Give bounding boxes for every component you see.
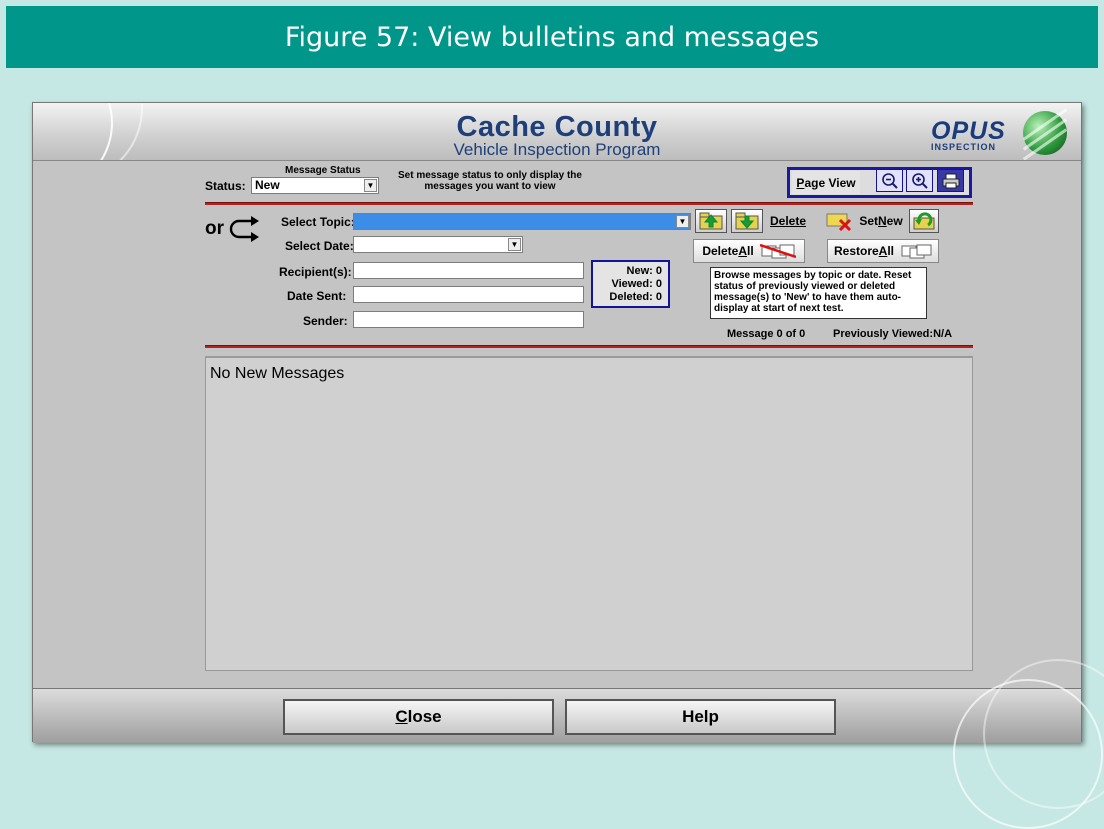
select-topic-label: Select Topic: (281, 215, 355, 229)
close-button[interactable]: Close (283, 699, 554, 735)
restore-all-label-pre: Restore (833, 244, 879, 258)
sender-field (353, 311, 584, 328)
help-button[interactable]: Help (565, 699, 836, 735)
status-hint: Set message status to only display the m… (398, 170, 582, 192)
new-count-label: New: (626, 265, 653, 277)
set-new-icon-button[interactable] (909, 209, 939, 233)
chevron-down-icon[interactable]: ▼ (508, 238, 521, 251)
app-subtitle: Vehicle Inspection Program (453, 140, 661, 159)
delete-label: Delete (769, 214, 807, 228)
recipients-label: Recipient(s): (279, 265, 352, 279)
messages-panel: Message Status Status: New ▼ Set message… (205, 164, 973, 671)
chevron-down-icon[interactable]: ▼ (676, 215, 689, 228)
folder-up-icon (699, 212, 723, 230)
deleted-count-value: 0 (655, 291, 662, 303)
previously-viewed-value: N/A (933, 328, 953, 340)
delete-message-button[interactable] (823, 209, 855, 233)
restore-all-button[interactable]: Restore All (827, 239, 939, 263)
status-select[interactable]: New ▼ (251, 177, 379, 194)
set-new-label-post: ew (886, 214, 903, 228)
app-header: Cache County Vehicle Inspection Program … (33, 103, 1081, 161)
set-new-label-pre: Set (859, 214, 878, 228)
print-icon (942, 173, 959, 188)
message-counts-box: New: 0 Viewed: 0 Deleted: 0 (591, 260, 670, 308)
delete-all-button[interactable]: Delete All (693, 239, 805, 263)
status-label: Status: (205, 179, 246, 193)
zoom-in-icon (911, 172, 928, 189)
delete-all-label-post: ll (747, 244, 754, 258)
message-body-area[interactable]: No New Messages (205, 356, 973, 671)
figure-caption: Figure 57: View bulletins and messages (284, 21, 820, 53)
filters-divider (205, 345, 973, 348)
message-counter: Message 0 of 0 (727, 328, 806, 340)
figure-banner: Figure 57: View bulletins and messages (6, 6, 1098, 68)
zoom-in-button[interactable] (906, 169, 933, 192)
date-sent-label: Date Sent: (287, 289, 347, 303)
set-new-button[interactable]: Set New (856, 211, 906, 231)
status-select-value: New (255, 178, 280, 192)
help-tooltip: Browse messages by topic or date. Reset … (710, 267, 927, 319)
or-label: or (205, 218, 224, 239)
delete-all-label-underlined: A (738, 244, 748, 258)
delete-envelope-icon (826, 213, 852, 231)
page-view-label-post: age View (804, 175, 856, 190)
circular-arrow-icon (229, 216, 259, 242)
select-date-dropdown[interactable]: ▼ (353, 236, 523, 253)
recipients-field (353, 262, 584, 279)
close-label-post: lose (407, 707, 442, 726)
restore-all-label-post: ll (887, 244, 895, 258)
select-date-label: Select Date: (285, 239, 354, 253)
viewed-count-value: 0 (655, 278, 662, 290)
page-view-label-underlined: P (796, 175, 805, 190)
previously-viewed-label: Previously Viewed: (833, 328, 934, 340)
reset-arrow-icon (913, 212, 935, 230)
new-count-value: 0 (655, 265, 662, 277)
previous-topic-button[interactable] (695, 209, 727, 233)
select-topic-dropdown[interactable]: ▼ (353, 213, 691, 230)
globe-logo-icon (1022, 108, 1068, 160)
viewed-count-label: Viewed: (611, 278, 653, 290)
deleted-count-label: Deleted: (609, 291, 653, 303)
delete-button[interactable]: Delete (765, 211, 811, 231)
delete-all-label-pre: Delete (702, 244, 739, 258)
app-footer: Close Help (33, 659, 1104, 829)
previously-viewed: Previously Viewed:N/A (833, 328, 952, 340)
zoom-out-button[interactable] (876, 169, 903, 192)
envelopes-icon (901, 244, 932, 259)
date-sent-field (353, 286, 584, 303)
crossed-envelopes-icon (759, 243, 796, 259)
set-new-label-underlined: N (878, 214, 887, 228)
zoom-out-icon (881, 172, 898, 189)
status-divider (205, 202, 973, 205)
restore-all-label-underlined: A (878, 244, 888, 258)
chevron-down-icon[interactable]: ▼ (364, 179, 377, 192)
sender-label: Sender: (303, 314, 348, 328)
opus-logo-subtext: INSPECTION (931, 142, 997, 152)
print-button[interactable] (937, 169, 964, 192)
close-label-underlined: C (395, 707, 408, 726)
next-topic-button[interactable] (731, 209, 763, 233)
app-window: Cache County Vehicle Inspection Program … (32, 102, 1104, 829)
message-status-heading: Message Status (285, 165, 361, 176)
message-body-text: No New Messages (210, 365, 345, 382)
help-label: Help (682, 707, 719, 726)
page-view-button[interactable]: Page View (792, 171, 860, 194)
folder-down-icon (735, 212, 759, 230)
